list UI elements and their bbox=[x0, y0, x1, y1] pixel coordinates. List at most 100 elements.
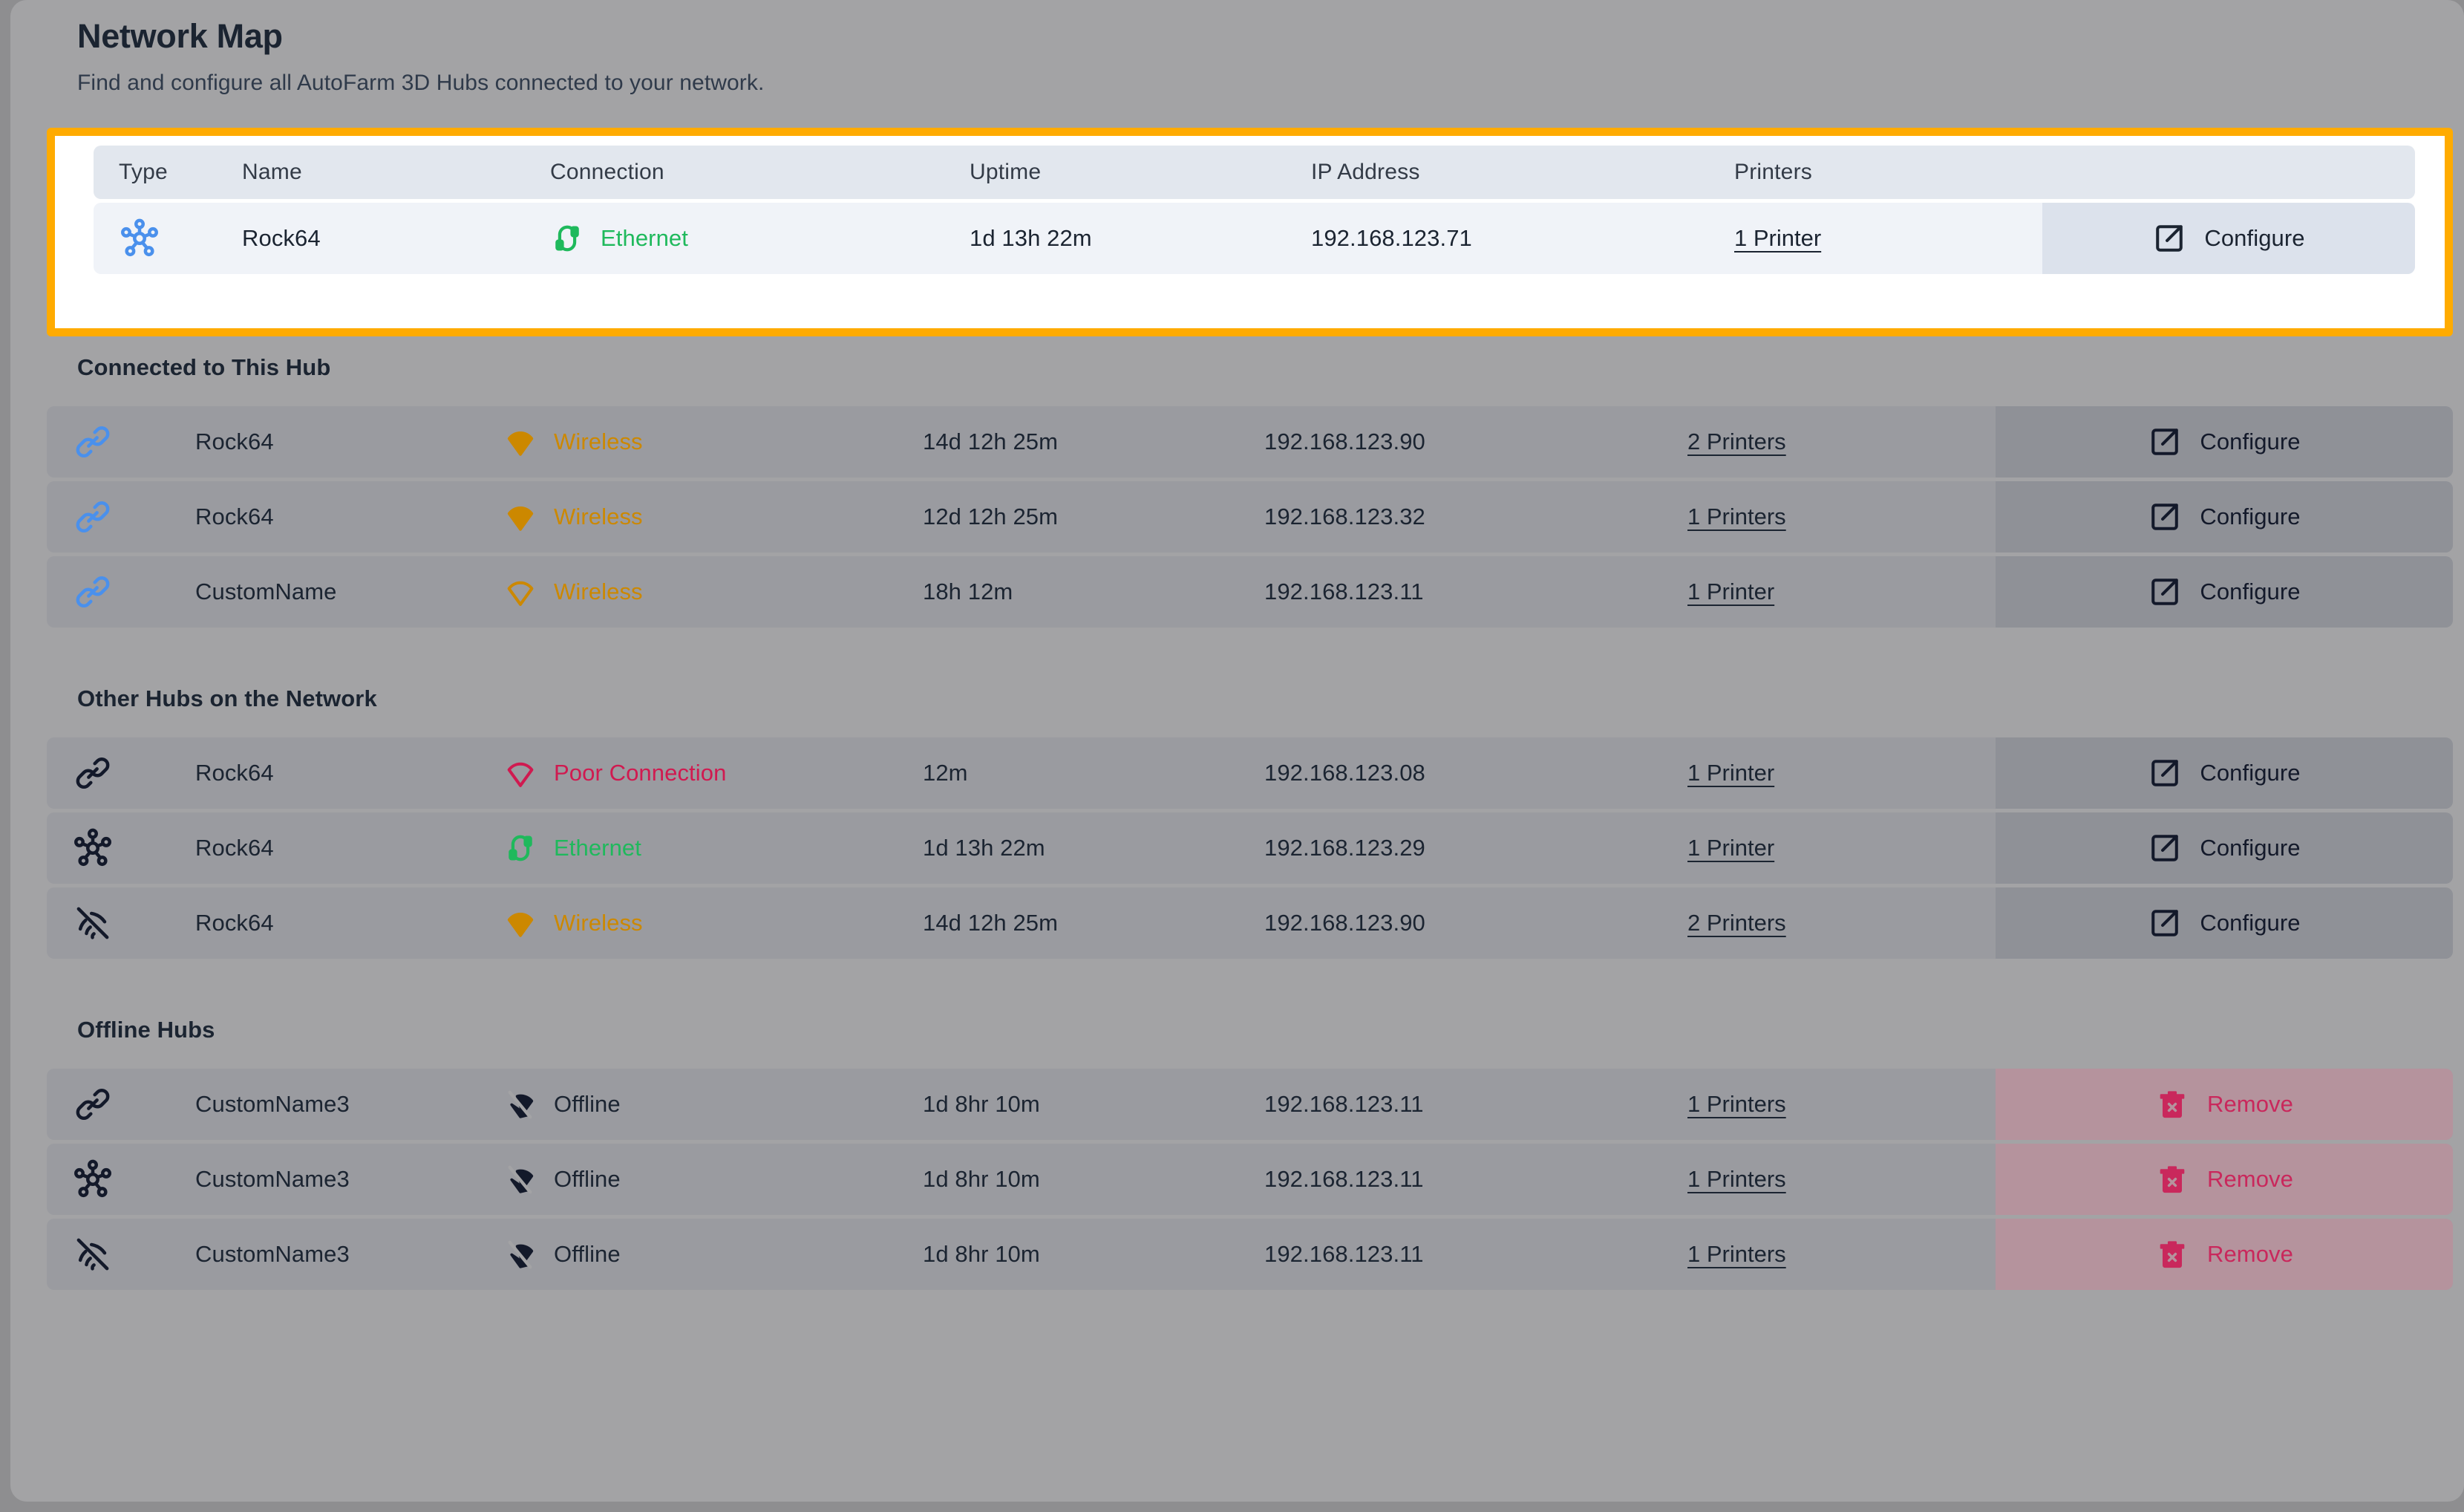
table-row[interactable]: CustomName3 Offline 1d 8hr 10m 192.168.1… bbox=[47, 1219, 2453, 1290]
remove-button[interactable]: Remove bbox=[1996, 1069, 2453, 1140]
printers-link[interactable]: 1 Printer bbox=[1687, 835, 1774, 861]
row-connection-cell: Wireless bbox=[503, 575, 923, 609]
ethernet-cable-icon bbox=[503, 831, 537, 865]
external-link-icon bbox=[2148, 906, 2182, 940]
row-ip-cell: 192.168.123.29 bbox=[1264, 835, 1687, 861]
hub-name: Rock64 bbox=[195, 760, 274, 786]
row-connection-cell: Offline bbox=[503, 1087, 923, 1121]
external-link-icon bbox=[2148, 425, 2182, 459]
table-row[interactable]: Rock64 Wireless 14d 12h 25m 192.168.123.… bbox=[47, 887, 2453, 959]
row-name-cell: CustomName3 bbox=[195, 1091, 503, 1118]
configure-button[interactable]: Configure bbox=[1996, 887, 2453, 959]
connection-label: Wireless bbox=[554, 428, 643, 454]
table-connected-to-this-hub: Rock64 Wireless 14d 12h 25m 192.168.123.… bbox=[47, 406, 2453, 628]
row-connection-cell: Poor Connection bbox=[503, 756, 923, 790]
hub-name: Rock64 bbox=[195, 835, 274, 861]
remove-button-label: Remove bbox=[2206, 1091, 2294, 1117]
row-uptime-cell: 18h 12m bbox=[923, 579, 1264, 605]
remove-button[interactable]: Remove bbox=[1996, 1144, 2453, 1215]
table-row[interactable]: Rock64 Poor Connection 12m 192.168.123.0… bbox=[47, 737, 2453, 809]
connection-label: Wireless bbox=[554, 504, 643, 529]
table-row[interactable]: Rock64 Ethernet 1d 13h 22m 192.168.123.2… bbox=[47, 812, 2453, 884]
row-name-cell: CustomName3 bbox=[195, 1166, 503, 1193]
table-row[interactable]: CustomName3 Offline 1d 8hr 10m 192.168.1… bbox=[47, 1144, 2453, 1215]
printers-link[interactable]: 1 Printer bbox=[1687, 760, 1774, 786]
row-name-cell: Rock64 bbox=[195, 835, 503, 861]
hub-name: CustomName3 bbox=[195, 1091, 350, 1117]
row-uptime-cell: 12d 12h 25m bbox=[923, 504, 1264, 530]
row-connection-cell: Ethernet bbox=[503, 831, 923, 865]
table-row[interactable]: CustomName3 Offline 1d 8hr 10m 192.168.1… bbox=[47, 1069, 2453, 1140]
wifi-strong-icon bbox=[503, 500, 537, 534]
ip-address-value: 192.168.123.90 bbox=[1264, 910, 1425, 936]
row-printers-cell: 1 Printer bbox=[1734, 225, 2042, 252]
printers-link[interactable]: 1 Printer bbox=[1687, 579, 1774, 605]
configure-button[interactable]: Configure bbox=[1996, 556, 2453, 628]
table-row[interactable]: Rock64 Wireless 12d 12h 25m 192.168.123.… bbox=[47, 481, 2453, 553]
link-icon bbox=[72, 571, 114, 613]
ip-address-value: 192.168.123.32 bbox=[1264, 504, 1425, 529]
table-header-row: Type Name Connection Uptime IP Address P… bbox=[94, 146, 2415, 199]
row-uptime-cell: 1d 13h 22m bbox=[923, 835, 1264, 861]
row-printers-cell: 2 Printers bbox=[1687, 428, 1996, 455]
row-connection-cell: Ethernet bbox=[550, 221, 970, 255]
uptime-value: 18h 12m bbox=[923, 579, 1013, 605]
table-offline-hubs: CustomName3 Offline 1d 8hr 10m 192.168.1… bbox=[47, 1069, 2453, 1290]
table-row[interactable]: Rock64 Ethernet 1d 13h 22m 192.168.123.7… bbox=[94, 203, 2415, 274]
configure-button[interactable]: Configure bbox=[1996, 737, 2453, 809]
connection-label: Offline bbox=[554, 1091, 621, 1117]
row-printers-cell: 1 Printer bbox=[1687, 760, 1996, 786]
row-ip-cell: 192.168.123.08 bbox=[1264, 760, 1687, 786]
network-hub-icon bbox=[119, 218, 160, 259]
printers-link[interactable]: 1 Printer bbox=[1734, 225, 1821, 251]
page-header: Network Map Find and configure all AutoF… bbox=[77, 16, 1859, 96]
ip-address-value: 192.168.123.11 bbox=[1264, 579, 1424, 605]
ip-address-value: 192.168.123.71 bbox=[1311, 225, 1472, 251]
configure-button[interactable]: Configure bbox=[1996, 481, 2453, 553]
printers-link[interactable]: 1 Printers bbox=[1687, 1091, 1786, 1117]
uptime-value: 1d 8hr 10m bbox=[923, 1166, 1040, 1192]
page-subtitle: Find and configure all AutoFarm 3D Hubs … bbox=[77, 71, 765, 96]
uptime-value: 1d 13h 22m bbox=[970, 225, 1092, 251]
remove-button[interactable]: Remove bbox=[1996, 1219, 2453, 1290]
section-heading-other-hubs-on-the-network: Other Hubs on the Network bbox=[77, 685, 377, 711]
printers-link[interactable]: 1 Printers bbox=[1687, 504, 1786, 529]
row-name-cell: CustomName3 bbox=[195, 1241, 503, 1268]
ip-address-value: 192.168.123.08 bbox=[1264, 760, 1425, 786]
row-uptime-cell: 14d 12h 25m bbox=[923, 910, 1264, 936]
connection-label: Ethernet bbox=[554, 835, 641, 861]
column-header-uptime: Uptime bbox=[970, 160, 1042, 184]
wifi-off-icon bbox=[503, 1237, 537, 1271]
hub-name: Rock64 bbox=[195, 428, 274, 454]
uptime-value: 12d 12h 25m bbox=[923, 504, 1059, 529]
row-connection-cell: Offline bbox=[503, 1237, 923, 1271]
ip-address-value: 192.168.123.11 bbox=[1264, 1241, 1424, 1267]
row-uptime-cell: 12m bbox=[923, 760, 1264, 786]
printers-link[interactable]: 2 Printers bbox=[1687, 428, 1786, 454]
configure-button[interactable]: Configure bbox=[1996, 406, 2453, 478]
uptime-value: 1d 8hr 10m bbox=[923, 1241, 1040, 1267]
configure-button[interactable]: Configure bbox=[1996, 812, 2453, 884]
row-ip-cell: 192.168.123.11 bbox=[1264, 1166, 1687, 1193]
row-ip-cell: 192.168.123.11 bbox=[1264, 579, 1687, 605]
uptime-value: 1d 13h 22m bbox=[923, 835, 1045, 861]
column-header-actions bbox=[2042, 146, 2415, 199]
row-printers-cell: 1 Printers bbox=[1687, 504, 1996, 530]
printers-link[interactable]: 1 Printers bbox=[1687, 1241, 1786, 1267]
row-type-cell bbox=[47, 571, 195, 613]
row-name-cell: Rock64 bbox=[195, 910, 503, 936]
table-row[interactable]: CustomName Wireless 18h 12m 192.168.123.… bbox=[47, 556, 2453, 628]
this-hub-table: Type Name Connection Uptime IP Address P… bbox=[94, 146, 2415, 330]
column-header-printers: Printers bbox=[1734, 160, 1812, 184]
printers-link[interactable]: 1 Printers bbox=[1687, 1166, 1786, 1192]
trash-x-icon bbox=[2155, 1237, 2189, 1271]
link-icon bbox=[72, 496, 114, 538]
table-row[interactable]: Rock64 Wireless 14d 12h 25m 192.168.123.… bbox=[47, 406, 2453, 478]
external-link-icon bbox=[2148, 831, 2182, 865]
printers-link[interactable]: 2 Printers bbox=[1687, 910, 1786, 936]
row-type-cell bbox=[47, 1084, 195, 1125]
configure-button[interactable]: Configure bbox=[2042, 203, 2415, 274]
row-uptime-cell: 1d 13h 22m bbox=[970, 225, 1311, 252]
external-link-icon bbox=[2148, 756, 2182, 790]
column-header-name: Name bbox=[242, 160, 302, 184]
